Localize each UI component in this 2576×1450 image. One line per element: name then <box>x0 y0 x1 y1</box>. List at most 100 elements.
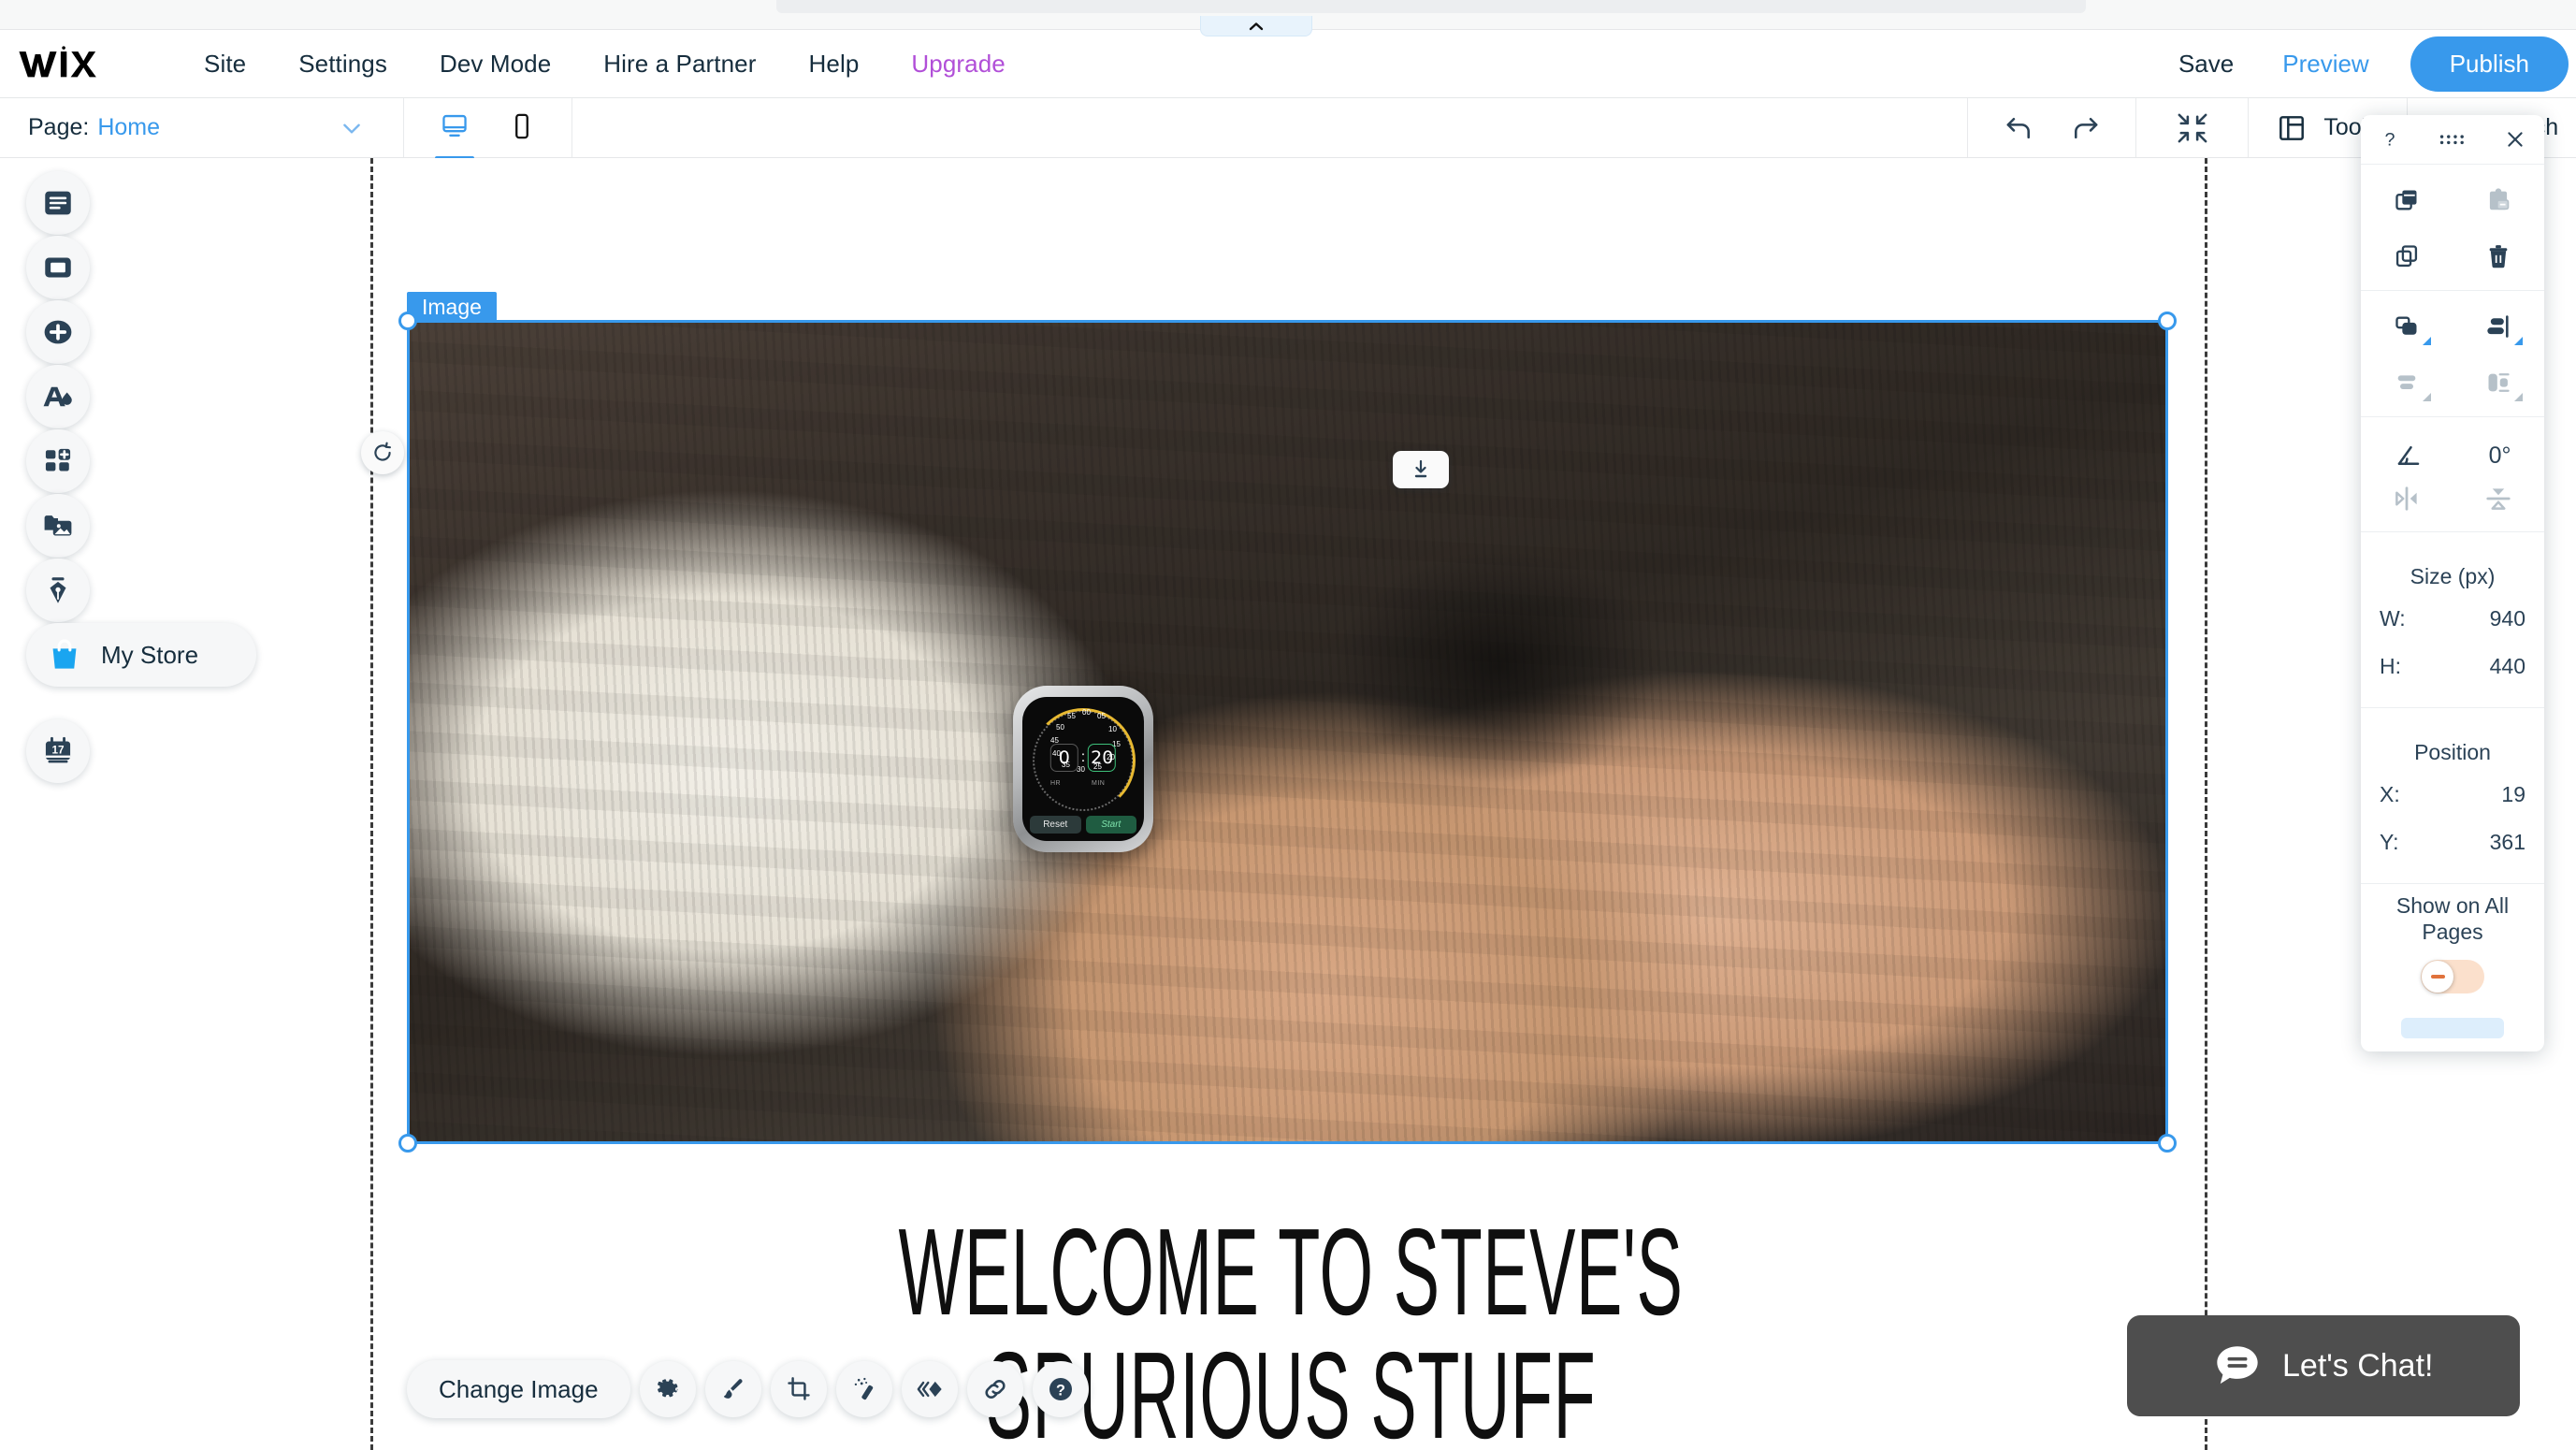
menu-hire-a-partner[interactable]: Hire a Partner <box>577 42 782 86</box>
download-image-button[interactable] <box>1393 451 1449 488</box>
collapse-toolbar-tab[interactable] <box>1200 16 1312 36</box>
sidebar-item-design[interactable] <box>26 365 90 428</box>
position-y-row[interactable]: Y: 361 <box>2361 822 2544 870</box>
panel-close-button[interactable] <box>2505 129 2525 150</box>
flip-vertical-button[interactable] <box>2484 485 2512 513</box>
drag-dots-icon <box>2439 135 2464 145</box>
preview-button[interactable]: Preview <box>2258 42 2393 86</box>
watch-colon: : <box>1080 748 1086 765</box>
width-value[interactable]: 940 <box>2490 606 2525 631</box>
trash-icon <box>2489 245 2508 268</box>
distribute-button[interactable] <box>2379 362 2435 403</box>
chat-widget[interactable]: Let's Chat! <box>2127 1315 2520 1416</box>
sidebar-item-add[interactable] <box>26 300 90 364</box>
position-x-value[interactable]: 19 <box>2501 782 2525 807</box>
help-circle-icon: ? <box>1049 1378 1072 1400</box>
height-value[interactable]: 440 <box>2490 654 2525 679</box>
sidebar-item-add-apps[interactable] <box>26 429 90 493</box>
redo-button[interactable] <box>2069 112 2101 144</box>
image-crop-button[interactable] <box>770 1361 827 1417</box>
arrange-layers-button[interactable] <box>2379 306 2435 347</box>
svg-text:?: ? <box>2384 130 2395 150</box>
chat-bubble-icon <box>2217 1346 2258 1385</box>
menu-site[interactable]: Site <box>178 42 272 86</box>
smartwatch-graphic: 55 00 05 10 15 20 25 30 35 40 45 50 0 : … <box>1013 686 1153 852</box>
panel-bottom-chip[interactable] <box>2401 1018 2504 1039</box>
panel-arrange-section <box>2361 291 2544 417</box>
align-caret-icon <box>2514 337 2523 345</box>
rotate-handle-button[interactable] <box>361 431 404 474</box>
size-section-title: Size (px) <box>2410 564 2496 588</box>
redo-icon <box>2074 117 2097 138</box>
copy-button[interactable] <box>2379 180 2435 221</box>
watch-tick: 50 <box>1056 723 1064 732</box>
image-photo: 55 00 05 10 15 20 25 30 35 40 45 50 0 : … <box>410 323 2165 1141</box>
duplicate-icon <box>2395 245 2418 268</box>
sidebar-item-menus-and-pages[interactable] <box>26 171 90 235</box>
menu-upgrade[interactable]: Upgrade <box>885 42 1031 86</box>
panel-help-button[interactable]: ? <box>2380 129 2400 150</box>
position-section-title: Position <box>2414 740 2491 764</box>
rotation-row: 0° <box>2361 432 2544 473</box>
height-row[interactable]: H: 440 <box>2361 646 2544 694</box>
desktop-view-button[interactable] <box>439 107 470 150</box>
watch-buttons: Reset Start <box>1030 816 1136 834</box>
sidebar-item-bookings[interactable]: 17 <box>26 719 90 783</box>
copy-style-icon <box>2395 190 2417 210</box>
selected-image-element[interactable]: 55 00 05 10 15 20 25 30 35 40 45 50 0 : … <box>398 292 2177 1153</box>
duplicate-button[interactable] <box>2379 236 2435 277</box>
wix-logo[interactable] <box>17 43 99 84</box>
image-link-button[interactable] <box>966 1361 1023 1417</box>
sidebar-item-background[interactable] <box>26 236 90 299</box>
undo-button[interactable] <box>2004 112 2035 144</box>
image-design-button[interactable] <box>704 1361 761 1417</box>
flip-horizontal-button[interactable] <box>2393 485 2421 513</box>
rotation-angle-button[interactable] <box>2395 442 2423 470</box>
flip-horizontal-icon <box>2395 486 2417 511</box>
page-selector[interactable]: Page: Home <box>0 98 404 157</box>
resize-handle-bottom-right[interactable] <box>2158 1134 2177 1153</box>
resize-handle-bottom-left[interactable] <box>398 1134 417 1153</box>
panel-drag-handle[interactable] <box>2439 132 2467 147</box>
sidebar-item-my-uploads[interactable] <box>26 494 90 558</box>
show-on-all-pages-toggle[interactable] <box>2421 960 2484 994</box>
paste-button[interactable] <box>2470 180 2526 221</box>
menu-help[interactable]: Help <box>783 42 886 86</box>
save-button[interactable]: Save <box>2154 42 2258 86</box>
publish-button[interactable]: Publish <box>2410 36 2569 92</box>
change-image-button[interactable]: Change Image <box>407 1360 630 1418</box>
position-x-row[interactable]: X: 19 <box>2361 775 2544 822</box>
mobile-view-button[interactable] <box>506 107 538 150</box>
match-size-button[interactable] <box>2470 362 2526 403</box>
distribute-icon <box>2397 375 2416 389</box>
chevron-down-icon[interactable] <box>340 116 364 140</box>
image-settings-button[interactable] <box>639 1361 696 1417</box>
sidebar-item-blog[interactable] <box>26 558 90 622</box>
question-mark-icon: ? <box>2384 130 2395 150</box>
width-row[interactable]: W: 940 <box>2361 599 2544 646</box>
image-effects-button[interactable] <box>835 1361 892 1417</box>
menu-items: Site Settings Dev Mode Hire a Partner He… <box>178 42 1032 86</box>
sidebar-item-my-store[interactable]: My Store <box>26 623 256 687</box>
resize-handle-top-right[interactable] <box>2158 312 2177 330</box>
hero-heading-line-1: WELCOME TO STEVE'S <box>898 1203 1684 1341</box>
panel-size-section: Size (px) W: 940 H: 440 <box>2361 532 2544 708</box>
resize-handle-top-left[interactable] <box>398 312 417 330</box>
position-x-key: X: <box>2380 782 2400 806</box>
animation-icon <box>917 1381 942 1398</box>
align-button[interactable] <box>2470 306 2526 347</box>
zoom-out-button[interactable] <box>2136 98 2249 157</box>
distribute-caret-icon <box>2423 393 2431 401</box>
toggle-knob <box>2422 961 2453 993</box>
svg-text:?: ? <box>1056 1382 1065 1399</box>
media-folder-icon <box>44 515 72 536</box>
position-y-value[interactable]: 361 <box>2490 830 2525 855</box>
rotation-value[interactable]: 0° <box>2489 442 2511 470</box>
menu-dev-mode[interactable]: Dev Mode <box>413 42 577 86</box>
image-animation-button[interactable] <box>901 1361 958 1417</box>
delete-button[interactable] <box>2470 236 2526 277</box>
layers-icon <box>2395 316 2417 335</box>
menu-settings[interactable]: Settings <box>272 42 413 86</box>
image-help-button[interactable]: ? <box>1032 1361 1089 1417</box>
watch-hour-unit: HR <box>1050 780 1062 788</box>
